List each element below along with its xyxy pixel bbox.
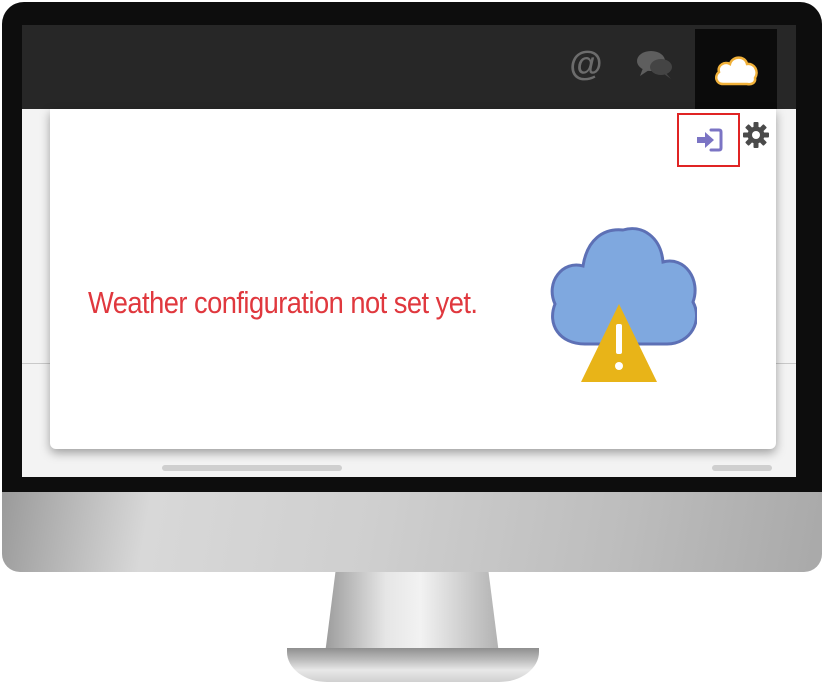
at-icon[interactable]: @ — [565, 43, 607, 85]
background-text-blur — [712, 465, 772, 471]
weather-menu-button[interactable] — [695, 29, 777, 109]
settings-button[interactable] — [742, 121, 770, 149]
sign-in-icon — [696, 128, 722, 152]
screen: @ Weather configuration not set yet. — [22, 25, 796, 477]
sign-in-button[interactable] — [677, 113, 740, 167]
chat-bubbles-icon[interactable] — [634, 43, 676, 85]
monitor-chin — [2, 492, 822, 572]
weather-not-configured-message: Weather configuration not set yet. — [88, 285, 478, 320]
weather-dropdown-panel: Weather configuration not set yet. — [50, 109, 776, 449]
cloud-warning-icon — [550, 227, 697, 382]
cloud-icon — [714, 56, 758, 86]
top-navbar: @ — [22, 25, 796, 109]
monitor-stand-base — [287, 648, 539, 682]
background-text-blur — [162, 465, 342, 471]
gear-icon — [743, 122, 769, 148]
monitor-stand-neck — [325, 572, 499, 654]
